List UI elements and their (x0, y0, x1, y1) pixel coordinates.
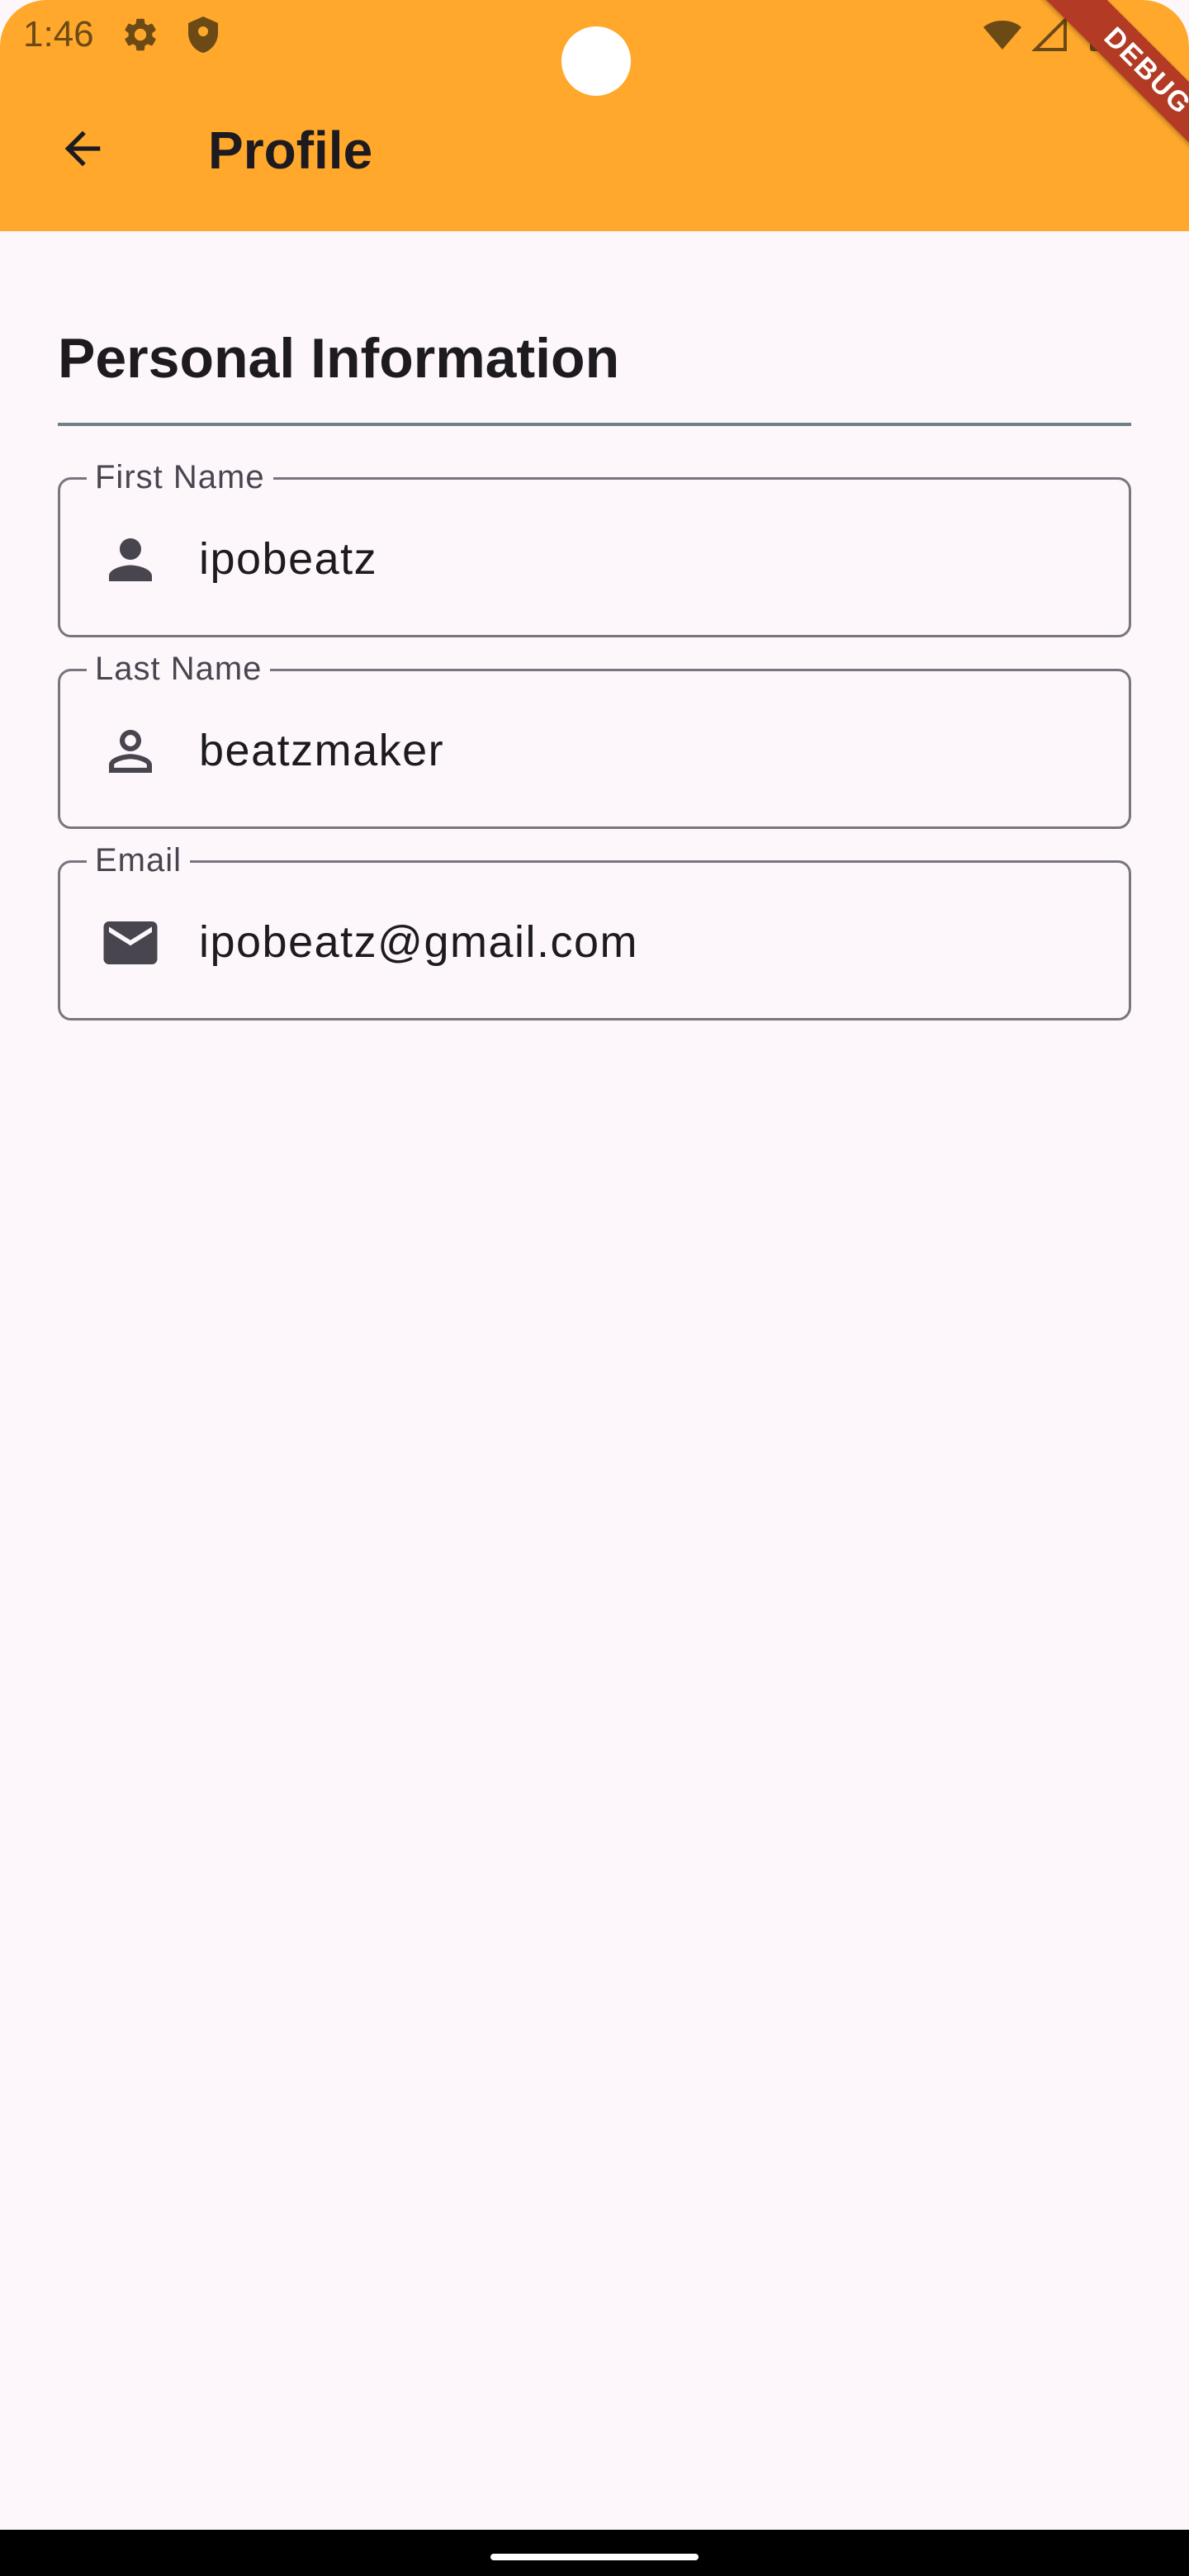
section-divider (58, 423, 1131, 426)
first-name-input[interactable]: ipobeatz (199, 519, 377, 599)
shield-icon (188, 17, 218, 53)
camera-cutout (561, 26, 631, 96)
last-name-input[interactable]: beatzmaker (199, 711, 444, 790)
person-filled-icon (109, 538, 152, 581)
signal-icon (1031, 16, 1067, 51)
first-name-field[interactable]: First Name ipobeatz (58, 457, 1131, 637)
first-name-label: First Name (87, 457, 273, 498)
system-nav-bar (0, 2530, 1189, 2576)
phone-screen: 1:46 Profile DEBUG Personal Information … (0, 0, 1189, 2576)
settings-icon (125, 18, 156, 51)
app-bar: 1:46 Profile (0, 0, 1189, 231)
section-title: Personal Information (58, 327, 620, 390)
email-input[interactable]: ipobeatz@gmail.com (199, 902, 638, 982)
email-field[interactable]: Email ipobeatz@gmail.com (58, 840, 1131, 1020)
person-outline-icon (109, 730, 152, 773)
status-time: 1:46 (23, 14, 94, 54)
back-button[interactable] (43, 109, 122, 188)
last-name-field[interactable]: Last Name beatzmaker (58, 648, 1131, 829)
page-title: Profile (208, 121, 373, 180)
home-indicator[interactable] (490, 2554, 699, 2560)
last-name-label: Last Name (87, 648, 271, 689)
email-label: Email (87, 840, 191, 881)
arrow-back-icon (64, 130, 101, 167)
mail-icon (103, 921, 158, 964)
wifi-icon (983, 21, 1021, 50)
